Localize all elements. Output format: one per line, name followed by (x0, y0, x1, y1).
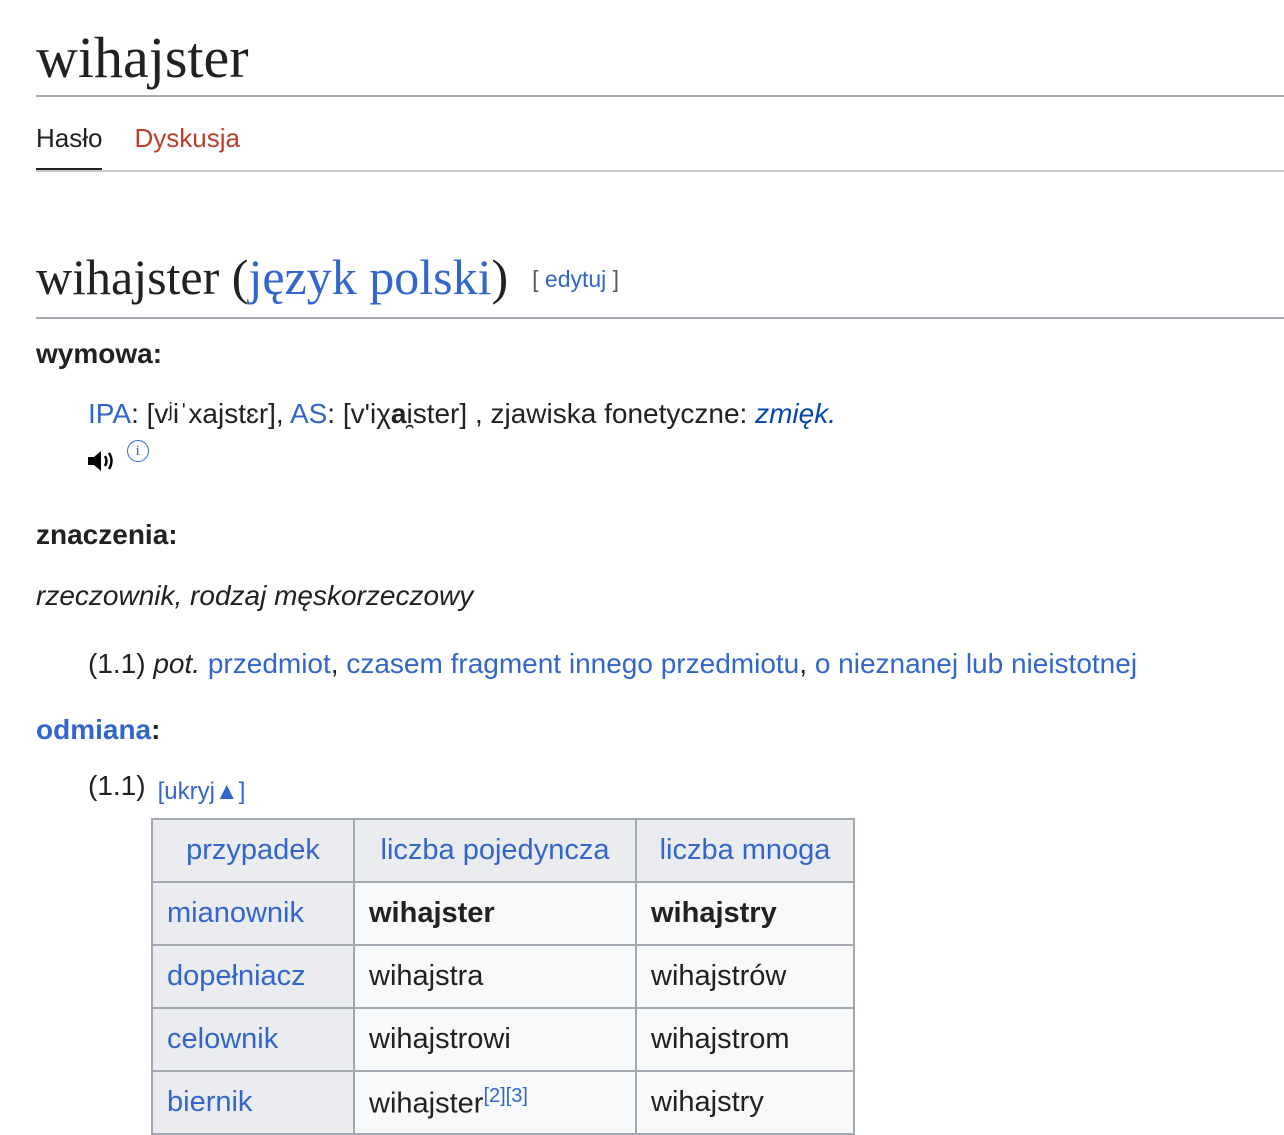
inflection-number-line: (1.1) [ukryj▲] (88, 770, 246, 805)
reference-link[interactable]: [2][3] (483, 1085, 527, 1107)
definition-link-przedmiot[interactable]: przedmiot (208, 648, 331, 679)
as-value: [vʹiχai̯ster] (342, 398, 468, 429)
plural-cell: wihajstry (635, 1070, 855, 1135)
pronunciation-label: wymowa: (36, 338, 163, 369)
section-divider (36, 317, 1284, 319)
part-of-speech: rzeczownik, rodzaj męskorzeczowy (36, 580, 474, 611)
triangle-up-icon: ▲ (214, 778, 239, 805)
speaker-icon[interactable] (86, 446, 125, 473)
case-cell[interactable]: dopełniacz (151, 944, 355, 1009)
singular-cell: wihajster[2][3] (353, 1070, 637, 1135)
table-row: dopełniacz wihajstra wihajstrów (151, 944, 855, 1009)
definition-link-nieznanej[interactable]: o nieznanej lub nieistotnej (815, 648, 1137, 679)
ipa-link[interactable]: IPA (88, 398, 131, 429)
info-icon[interactable]: i (126, 440, 149, 462)
page-title: wihajster (36, 25, 249, 90)
table-row: mianownik wihajster wihajstry (151, 881, 855, 946)
plural-cell: wihajstrów (635, 944, 855, 1009)
tab-article[interactable]: Hasło (36, 118, 103, 172)
ipa-value: [vʲiˈxajstɛr] (146, 398, 276, 429)
tabs-divider (36, 170, 1284, 172)
header-plural[interactable]: liczba mnoga (635, 818, 855, 883)
header-case[interactable]: przypadek (151, 818, 355, 883)
inflection-table: przypadek liczba pojedyncza liczba mnoga… (151, 818, 855, 1135)
as-link[interactable]: AS (290, 398, 327, 429)
definition-link-fragment[interactable]: czasem fragment innego przedmiotu (346, 648, 799, 679)
table-header-row: przypadek liczba pojedyncza liczba mnoga (151, 818, 855, 883)
language-link[interactable]: język polski (248, 249, 491, 305)
pronunciation-line: IPA: [vʲiˈxajstɛr], AS: [vʹiχai̯ster] , … (88, 398, 836, 429)
section-headword: wihajster (36, 249, 220, 305)
section-heading: wihajster (język polski)[ edytuj ] (36, 249, 620, 305)
phonetic-label: , zjawiska fonetyczne: (474, 398, 756, 429)
page-tabs: Hasło Dyskusja (36, 118, 240, 172)
phonetic-value-link[interactable]: zmięk. (755, 398, 836, 429)
definition-line: (1.1) pot. przedmiot, czasem fragment in… (88, 648, 1138, 679)
definition-qualifier: pot. (153, 648, 201, 679)
meanings-label: znaczenia: (36, 519, 178, 550)
case-cell[interactable]: mianownik (151, 881, 355, 946)
audio-player: i (86, 440, 149, 474)
case-cell[interactable]: celownik (151, 1007, 355, 1072)
table-row: celownik wihajstrowi wihajstrom (151, 1007, 855, 1072)
edit-section-control: [ edytuj ] (532, 265, 620, 292)
singular-cell: wihajstrowi (353, 1007, 637, 1072)
case-cell[interactable]: biernik (151, 1070, 355, 1135)
edit-section-link[interactable]: edytuj (545, 266, 606, 292)
singular-cell: wihajster (353, 881, 637, 946)
title-divider (36, 95, 1284, 97)
plural-cell: wihajstry (635, 881, 855, 946)
plural-cell: wihajstrom (635, 1007, 855, 1072)
table-row: biernik wihajster[2][3] wihajstry (151, 1070, 855, 1135)
definition-number: (1.1) (88, 648, 146, 679)
singular-cell: wihajstra (353, 944, 637, 1009)
hide-table-toggle[interactable]: [ukryj▲] (158, 778, 246, 805)
inflection-label: odmiana: (36, 714, 161, 745)
tab-discussion[interactable]: Dyskusja (134, 118, 239, 170)
header-singular[interactable]: liczba pojedyncza (353, 818, 637, 883)
inflection-number: (1.1) (88, 770, 146, 801)
inflection-link[interactable]: odmiana (36, 714, 151, 745)
